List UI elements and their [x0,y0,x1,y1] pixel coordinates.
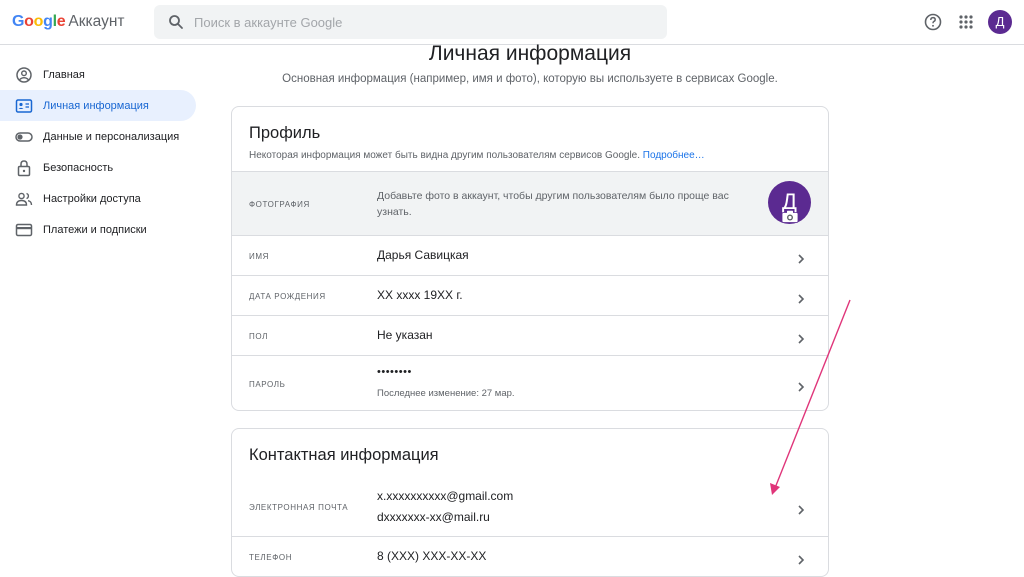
sidebar-item-label: Безопасность [43,161,114,174]
chevron-right-icon [796,552,806,565]
password-changed-date: Последнее изменение: 27 мар. [377,388,515,399]
chevron-right-icon [796,251,806,264]
camera-icon [781,210,799,223]
birthday-label: ДАТА РОЖДЕНИЯ [249,292,326,301]
id-card-icon [15,97,33,115]
account-avatar[interactable]: Д [988,10,1012,34]
phone-label: ТЕЛЕФОН [249,553,293,562]
email-primary: x.xxxxxxxxxx@gmail.com [377,489,514,503]
home-icon [15,66,33,84]
password-value: •••••••• [377,366,412,378]
sidebar-item-people-sharing[interactable]: Настройки доступа [0,183,196,214]
name-label: ИМЯ [249,252,269,261]
name-value: Дарья Савицкая [377,248,469,262]
password-label: ПАРОЛЬ [249,380,286,389]
email-secondary: dxxxxxxx-xx@mail.ru [377,510,490,524]
sidebar-item-label: Главная [43,68,85,81]
people-icon [15,190,33,208]
gender-label: ПОЛ [249,332,268,341]
phone-value: 8 (XXX) XXX-XX-XX [377,549,487,563]
google-account-logo[interactable]: Google Аккаунт [12,13,124,31]
email-label: ЭЛЕКТРОННАЯ ПОЧТА [249,503,349,512]
profile-card: Профиль Некоторая информация может быть … [231,106,829,411]
chevron-right-icon [796,331,806,344]
contact-card: Контактная информация ЭЛЕКТРОННАЯ ПОЧТА … [231,428,829,577]
profile-desc-text: Некоторая информация может быть видна др… [249,150,641,161]
sidebar-item-home[interactable]: Главная [0,59,196,90]
sidebar-item-security[interactable]: Безопасность [0,152,196,183]
chevron-right-icon [796,379,806,392]
toggle-icon [15,128,33,146]
sidebar-nav: Главная Личная информация Данные и персо… [0,59,200,245]
top-bar: GoogleАккаунт Д [0,0,1024,45]
sidebar-item-data-personalization[interactable]: Данные и персонализация [0,121,196,152]
help-icon[interactable] [923,12,943,32]
birthday-row[interactable]: ДАТА РОЖДЕНИЯ XX xxxx 19XX г. [232,275,828,315]
password-row[interactable]: ПАРОЛЬ •••••••• Последнее изменение: 27 … [232,355,828,410]
photo-row[interactable]: ФОТОГРАФИЯ Добавьте фото в аккаунт, чтоб… [232,171,828,235]
profile-card-description: Некоторая информация может быть видна др… [232,143,828,161]
gender-value: Не указан [377,328,433,342]
credit-card-icon [15,221,33,239]
phone-row[interactable]: ТЕЛЕФОН 8 (XXX) XXX-XX-XX [232,536,828,576]
birthday-value: XX xxxx 19XX г. [377,288,463,302]
photo-hint: Добавьте фото в аккаунт, чтобы другим по… [377,190,729,218]
gender-row[interactable]: ПОЛ Не указан [232,315,828,355]
sidebar-item-label: Платежи и подписки [43,223,147,236]
contact-card-title: Контактная информация [249,446,439,464]
sidebar-item-label: Личная информация [43,99,149,112]
sidebar-item-label: Настройки доступа [43,192,141,205]
lock-icon [15,159,33,177]
chevron-right-icon [796,291,806,304]
apps-grid-icon[interactable] [956,12,976,32]
name-row[interactable]: ИМЯ Дарья Савицкая [232,235,828,275]
google-logo-text: Google [12,13,66,30]
sidebar-item-label: Данные и персонализация [43,130,180,143]
profile-card-title: Профиль [249,124,321,142]
product-name: Аккаунт [68,13,125,30]
search-box[interactable] [154,5,667,39]
learn-more-link[interactable]: Подробнее… [643,150,705,161]
page-title: Личная информация [428,42,632,65]
page-subtitle: Основная информация (например, имя и фот… [282,73,778,85]
email-row[interactable]: ЭЛЕКТРОННАЯ ПОЧТА x.xxxxxxxxxx@gmail.com… [232,479,828,536]
search-icon [168,14,184,30]
chevron-right-icon [796,502,806,515]
photo-label: ФОТОГРАФИЯ [249,200,310,209]
sidebar-item-payments[interactable]: Платежи и подписки [0,214,196,245]
sidebar-item-personal-info[interactable]: Личная информация [0,90,196,121]
search-input[interactable] [194,5,654,39]
